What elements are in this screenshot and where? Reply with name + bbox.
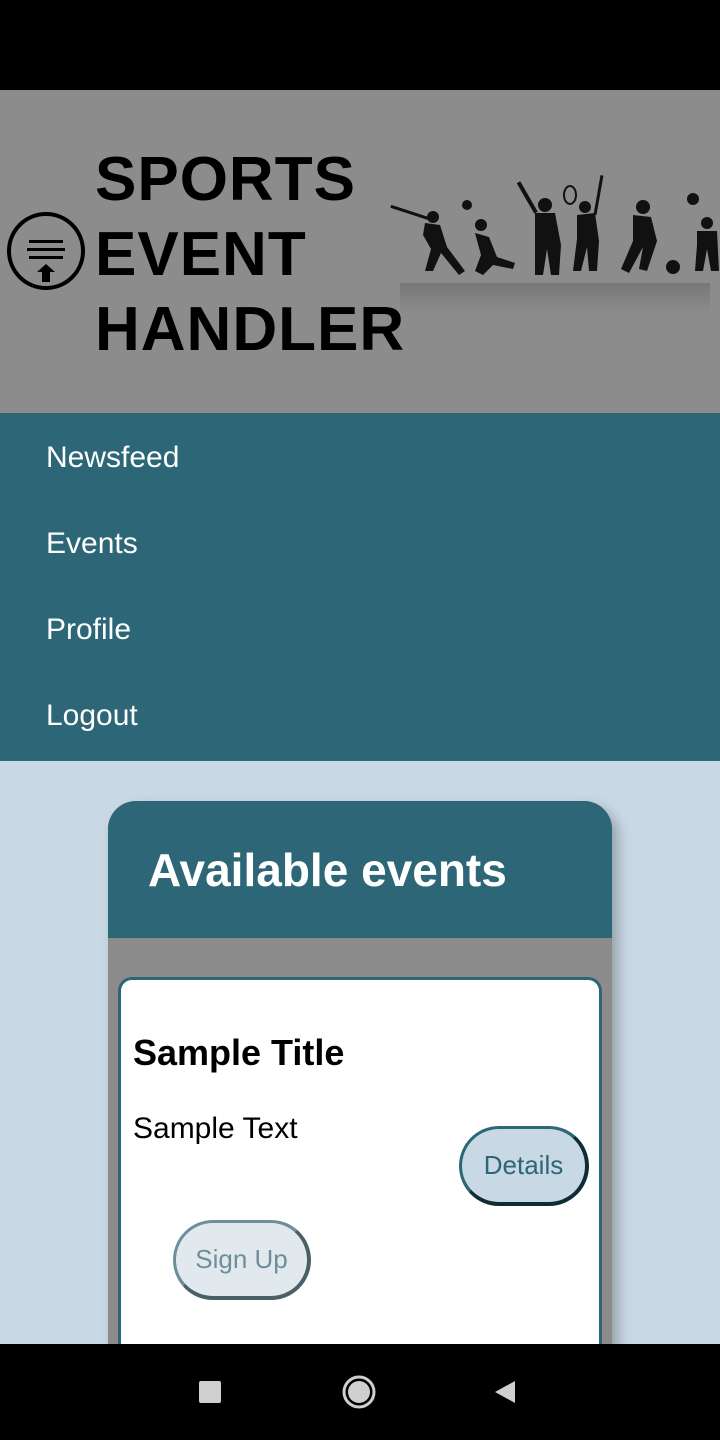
sign-up-button[interactable]: Sign Up <box>173 1220 311 1300</box>
app-header: SPORTS EVENT HANDLER <box>0 90 720 413</box>
app-title-line-3: HANDLER <box>95 295 406 364</box>
details-button[interactable]: Details <box>459 1126 589 1206</box>
event-text: Sample Text <box>133 1112 298 1145</box>
status-bar <box>0 0 720 90</box>
nav-item-profile[interactable]: Profile <box>46 613 131 647</box>
system-navigation-bar <box>0 1344 720 1440</box>
sports-silhouettes-image <box>390 175 719 313</box>
event-title: Sample Title <box>133 1032 345 1073</box>
nav-item-logout[interactable]: Logout <box>46 699 138 733</box>
events-header: Available events <box>108 801 612 938</box>
nav-item-newsfeed[interactable]: Newsfeed <box>46 441 179 475</box>
home-icon[interactable] <box>341 1374 377 1410</box>
back-icon[interactable] <box>493 1379 519 1405</box>
side-nav-menu: Newsfeed Events Profile Logout <box>0 413 720 761</box>
events-title: Available events <box>148 844 507 896</box>
main-content: Available events Sample Title Sample Tex… <box>0 761 720 1401</box>
app-title-line-2: EVENT <box>95 220 307 289</box>
menu-upload-icon <box>27 240 65 282</box>
app-title-line-1: SPORTS <box>95 145 356 214</box>
nav-item-events[interactable]: Events <box>46 527 138 561</box>
event-card: Sample Title Sample Text Details Sign Up <box>118 977 602 1377</box>
app-title: SPORTS EVENT HANDLER <box>95 142 406 367</box>
menu-toggle-button[interactable] <box>7 212 85 290</box>
events-panel: Available events Sample Title Sample Tex… <box>108 801 612 1401</box>
recents-icon[interactable] <box>199 1381 221 1403</box>
